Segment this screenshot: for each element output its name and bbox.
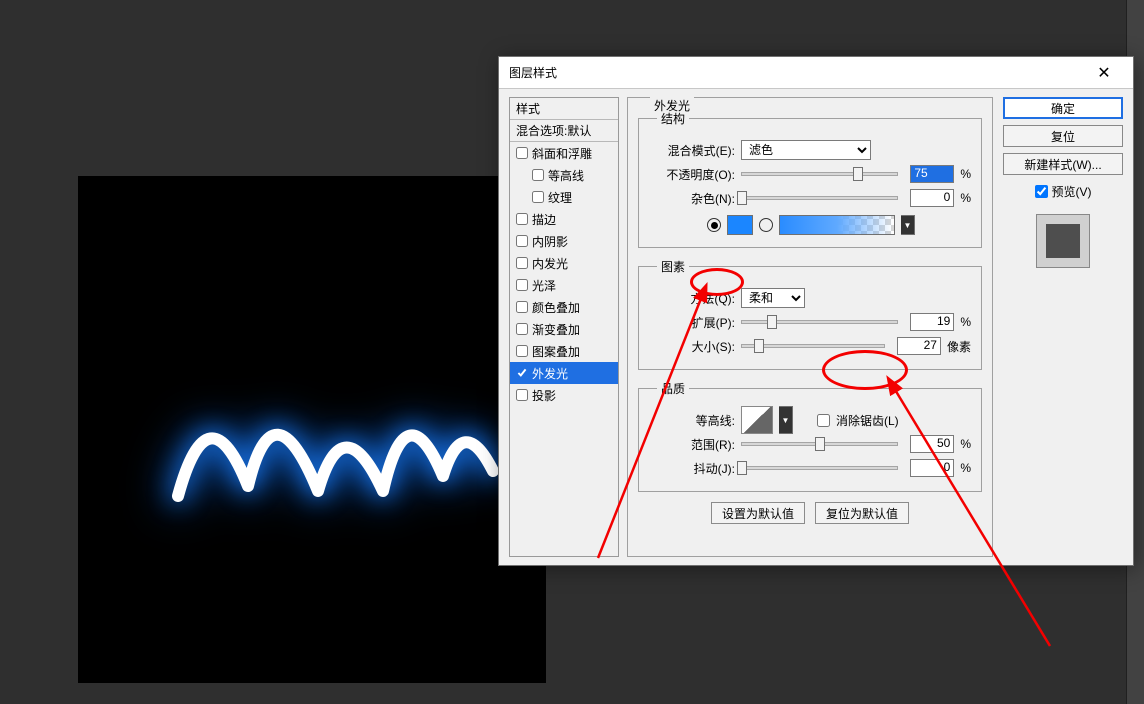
neon-stroke xyxy=(148,356,528,536)
document-canvas xyxy=(78,176,546,683)
preview-checkbox[interactable] xyxy=(1035,185,1048,198)
effect-checkbox[interactable] xyxy=(516,147,528,159)
slider-thumb[interactable] xyxy=(767,315,777,329)
slider-thumb[interactable] xyxy=(815,437,825,451)
effect-contour[interactable]: 等高线 xyxy=(510,164,618,186)
range-input[interactable]: 50 xyxy=(910,435,954,453)
noise-unit: % xyxy=(960,191,971,205)
structure-legend: 结构 xyxy=(657,110,689,127)
color-gradient-radio[interactable] xyxy=(759,218,773,232)
contour-picker[interactable] xyxy=(741,406,773,434)
make-default-button[interactable]: 设置为默认值 xyxy=(711,502,805,524)
effect-inner-glow[interactable]: 内发光 xyxy=(510,252,618,274)
effect-checkbox[interactable] xyxy=(516,279,528,291)
effect-gradient-overlay[interactable]: 渐变叠加 xyxy=(510,318,618,340)
size-slider[interactable] xyxy=(741,344,885,348)
slider-thumb[interactable] xyxy=(737,191,747,205)
spread-unit: % xyxy=(960,315,971,329)
effect-checkbox[interactable] xyxy=(516,345,528,357)
noise-input[interactable]: 0 xyxy=(910,189,954,207)
effect-checkbox[interactable] xyxy=(532,169,544,181)
spread-slider[interactable] xyxy=(741,320,898,324)
center-panel: 外发光 结构 混合模式(E): 滤色 不透明度(O): 75 % xyxy=(619,89,1001,565)
noise-slider[interactable] xyxy=(741,196,898,200)
styles-list: 样式 混合选项:默认 斜面和浮雕 等高线 纹理 描边 内阴影 内发光 光泽 颜色… xyxy=(509,97,619,557)
elements-legend: 图素 xyxy=(657,258,689,275)
title-bar: 图层样式 ✕ xyxy=(499,57,1133,89)
new-style-button[interactable]: 新建样式(W)... xyxy=(1003,153,1123,175)
opacity-input[interactable]: 75 xyxy=(910,165,954,183)
reset-default-button[interactable]: 复位为默认值 xyxy=(815,502,909,524)
opacity-slider[interactable] xyxy=(741,172,898,176)
effect-checkbox[interactable] xyxy=(516,389,528,401)
opacity-label: 不透明度(O): xyxy=(649,166,735,183)
spread-label: 扩展(P): xyxy=(649,314,735,331)
right-buttons: 确定 复位 新建样式(W)... 预览(V) xyxy=(1001,89,1133,565)
preview-label: 预览(V) xyxy=(1052,183,1092,200)
structure-group: 结构 混合模式(E): 滤色 不透明度(O): 75 % 杂色( xyxy=(638,110,982,248)
opacity-unit: % xyxy=(960,167,971,181)
effect-checkbox[interactable] xyxy=(516,235,528,247)
blend-options-header[interactable]: 混合选项:默认 xyxy=(510,120,618,142)
size-input[interactable]: 27 xyxy=(897,337,941,355)
glow-color-swatch[interactable] xyxy=(727,215,753,235)
color-solid-radio[interactable] xyxy=(707,218,721,232)
anti-alias-label: 消除锯齿(L) xyxy=(836,412,899,429)
blend-mode-select[interactable]: 滤色 xyxy=(741,140,871,160)
effect-satin[interactable]: 光泽 xyxy=(510,274,618,296)
effect-checkbox[interactable] xyxy=(516,301,528,313)
elements-group: 图素 方法(Q): 柔和 扩展(P): 19 % 大小(S): xyxy=(638,258,982,370)
spread-input[interactable]: 19 xyxy=(910,313,954,331)
glow-gradient-swatch[interactable] xyxy=(779,215,895,235)
effect-checkbox[interactable] xyxy=(516,257,528,269)
quality-group: 品质 等高线: ▼ 消除锯齿(L) 范围(R): 50 % xyxy=(638,380,982,492)
close-button[interactable]: ✕ xyxy=(1085,59,1123,87)
technique-select[interactable]: 柔和 xyxy=(741,288,805,308)
effect-checkbox[interactable] xyxy=(516,367,528,379)
quality-legend: 品质 xyxy=(657,380,689,397)
effect-checkbox[interactable] xyxy=(516,213,528,225)
size-label: 大小(S): xyxy=(649,338,735,355)
effect-drop-shadow[interactable]: 投影 xyxy=(510,384,618,406)
range-slider[interactable] xyxy=(741,442,898,446)
effect-stroke[interactable]: 描边 xyxy=(510,208,618,230)
jitter-label: 抖动(J): xyxy=(649,460,735,477)
range-unit: % xyxy=(960,437,971,451)
effect-checkbox[interactable] xyxy=(532,191,544,203)
styles-header[interactable]: 样式 xyxy=(510,98,618,120)
range-label: 范围(R): xyxy=(649,436,735,453)
blend-mode-label: 混合模式(E): xyxy=(649,142,735,159)
technique-label: 方法(Q): xyxy=(649,290,735,307)
effect-texture[interactable]: 纹理 xyxy=(510,186,618,208)
gradient-dropdown-icon[interactable]: ▼ xyxy=(901,215,915,235)
layer-style-dialog: 图层样式 ✕ 样式 混合选项:默认 斜面和浮雕 等高线 纹理 描边 内阴影 内发… xyxy=(498,56,1134,566)
preview-swatch xyxy=(1036,214,1090,268)
effect-outer-glow[interactable]: 外发光 xyxy=(510,362,618,384)
jitter-unit: % xyxy=(960,461,971,475)
contour-dropdown-icon[interactable]: ▼ xyxy=(779,406,793,434)
slider-thumb[interactable] xyxy=(754,339,764,353)
size-unit: 像素 xyxy=(947,338,971,355)
ok-button[interactable]: 确定 xyxy=(1003,97,1123,119)
cancel-button[interactable]: 复位 xyxy=(1003,125,1123,147)
jitter-input[interactable]: 0 xyxy=(910,459,954,477)
jitter-slider[interactable] xyxy=(741,466,898,470)
effect-bevel[interactable]: 斜面和浮雕 xyxy=(510,142,618,164)
close-icon: ✕ xyxy=(1097,63,1110,83)
noise-label: 杂色(N): xyxy=(649,190,735,207)
effect-checkbox[interactable] xyxy=(516,323,528,335)
contour-label: 等高线: xyxy=(649,412,735,429)
anti-alias-checkbox[interactable] xyxy=(817,414,830,427)
slider-thumb[interactable] xyxy=(737,461,747,475)
slider-thumb[interactable] xyxy=(853,167,863,181)
dialog-title: 图层样式 xyxy=(509,64,1085,81)
effect-inner-shadow[interactable]: 内阴影 xyxy=(510,230,618,252)
effect-pattern-overlay[interactable]: 图案叠加 xyxy=(510,340,618,362)
effect-color-overlay[interactable]: 颜色叠加 xyxy=(510,296,618,318)
